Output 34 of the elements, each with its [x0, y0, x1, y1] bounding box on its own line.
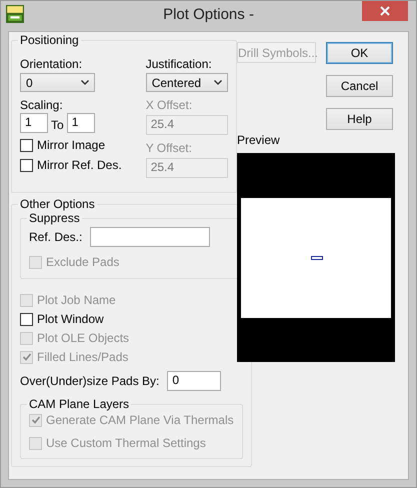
caret-icon — [214, 80, 222, 85]
close-icon — [380, 6, 390, 16]
field-label: To — [51, 118, 64, 133]
dialog-button[interactable]: Cancel — [326, 75, 393, 97]
dialog-button[interactable]: Help — [326, 108, 393, 130]
input-field[interactable]: 1 — [66, 113, 95, 133]
group-title: Positioning — [19, 33, 80, 47]
caret-icon — [81, 80, 89, 85]
input-field[interactable]: 1 — [20, 113, 48, 133]
group-title: Other Options — [19, 197, 96, 211]
input-field[interactable] — [90, 227, 210, 247]
field-label: Y Offset: — [146, 141, 193, 155]
field-label: Scaling: — [20, 98, 64, 112]
app-logo-icon — [6, 5, 24, 23]
check-icon — [30, 415, 40, 425]
close-button[interactable] — [362, 1, 408, 21]
field-label: Justification: — [146, 57, 213, 71]
field-label: Ref. Des.: — [29, 230, 82, 244]
checkbox[interactable]: Mirror Image — [20, 138, 122, 152]
group-title: Suppress — [28, 211, 81, 225]
pad-mark — [311, 256, 323, 260]
window-title: Plot Options - — [163, 6, 254, 22]
field-label: X Offset: — [146, 98, 194, 112]
checkbox[interactable]: Plot Window — [20, 312, 243, 326]
check-icon — [22, 352, 32, 362]
preview-label: Preview — [237, 133, 281, 147]
input-field[interactable]: 0 — [167, 371, 222, 391]
justification-dropdown[interactable]: Centered — [146, 73, 228, 92]
orientation-dropdown[interactable]: 0 — [20, 73, 95, 92]
dialog-button[interactable]: OK — [326, 42, 393, 64]
field-label: Orientation: — [20, 57, 84, 71]
group-title: CAM Plane Layers — [28, 397, 130, 411]
checkbox[interactable]: Mirror Ref. Des. — [20, 158, 122, 172]
field-label: Over(Under)size Pads By: — [20, 374, 160, 388]
